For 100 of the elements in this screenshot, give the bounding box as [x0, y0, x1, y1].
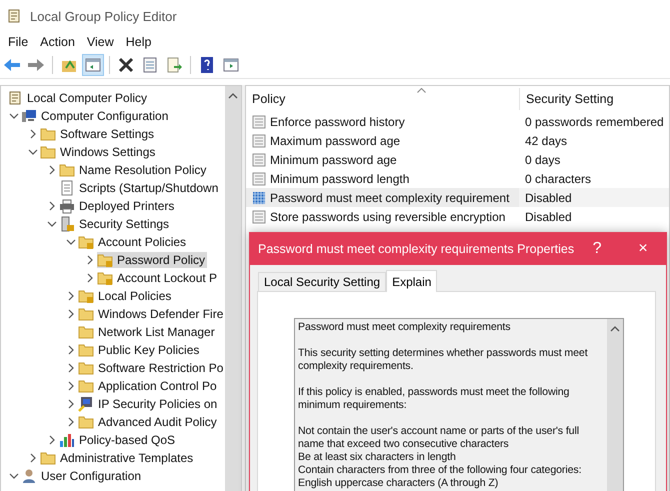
- table-cell-text: Disabled: [524, 208, 573, 226]
- vertical-scrollbar[interactable]: [224, 86, 241, 491]
- menu-item[interactable]: Action: [34, 35, 81, 49]
- table-cell: Enforce password history: [270, 114, 405, 128]
- table-cell: Disabled: [519, 188, 669, 207]
- folder-icon: [78, 342, 94, 358]
- tree-item[interactable]: Local Computer Policy: [27, 91, 148, 105]
- table-cell: Minimum password length: [270, 172, 410, 186]
- policy-icon: [252, 172, 266, 186]
- chevron-right-icon[interactable]: [85, 255, 95, 265]
- tree-item[interactable]: Software Settings: [60, 127, 154, 141]
- locked-folder-icon: [78, 288, 94, 304]
- tree-item[interactable]: Windows Defender Fire: [98, 307, 224, 321]
- close-button[interactable]: ×: [620, 233, 666, 265]
- script-icon: [59, 180, 75, 196]
- chevron-right-icon[interactable]: [66, 417, 76, 427]
- tree-item[interactable]: User Configuration: [41, 469, 142, 483]
- folder-icon: [40, 450, 56, 466]
- chevron-right-icon[interactable]: [28, 129, 38, 139]
- chevron-right-icon[interactable]: [66, 345, 76, 355]
- console-tree-icon[interactable]: [82, 54, 104, 76]
- folder-icon: [78, 378, 94, 394]
- bar-chart-icon: [59, 432, 75, 448]
- explain-text: Contain characters from three of the following four categories:: [298, 464, 582, 477]
- tree-item[interactable]: Account Lockout P: [117, 271, 218, 285]
- dialog-title: Password must meet complexity requirements Properties: [257, 242, 574, 256]
- scroll-up-icon[interactable]: [610, 325, 620, 333]
- tree-item[interactable]: Scripts (Startup/Shutdown: [79, 181, 218, 195]
- scroll-up-icon[interactable]: [228, 92, 238, 100]
- table-cell: Maximum password age: [270, 134, 400, 148]
- menu-item[interactable]: View: [80, 35, 120, 49]
- chevron-right-icon[interactable]: [66, 291, 76, 301]
- computer-icon: [21, 108, 37, 124]
- checkered-policy-icon: [252, 190, 266, 204]
- policy-icon: [252, 152, 266, 166]
- tree-item[interactable]: Policy-based QoS: [79, 433, 176, 447]
- tree-item[interactable]: Name Resolution Policy: [79, 163, 206, 177]
- scroll-icon: [6, 8, 22, 24]
- folder-icon: [40, 126, 56, 142]
- table-cell: Store passwords using reversible encryption: [270, 210, 506, 224]
- tree-item[interactable]: Application Control Po: [98, 379, 217, 393]
- folder-icon: [40, 144, 56, 160]
- printer-icon: [59, 198, 75, 214]
- table-cell: Password must meet complexity requirement: [270, 190, 510, 204]
- chevron-right-icon[interactable]: [85, 273, 95, 283]
- locked-folder-icon: [97, 270, 113, 286]
- tree-item[interactable]: Local Policies: [98, 289, 172, 303]
- table-cell-text: 0 passwords remembered: [524, 114, 665, 130]
- chevron-down-icon[interactable]: [9, 471, 19, 481]
- chevron-down-icon[interactable]: [28, 147, 38, 157]
- column-header[interactable]: Security Setting: [519, 88, 669, 110]
- explain-text: Not contain the user's account name or parts of the user's full name that exceed two consecutive characters: [298, 425, 580, 451]
- chevron-right-icon[interactable]: [47, 435, 57, 445]
- monitor-key-icon: [78, 396, 94, 412]
- user-icon: [21, 468, 37, 484]
- tree-item[interactable]: Advanced Audit Policy: [98, 415, 217, 429]
- server-lock-icon: [59, 216, 75, 232]
- policy-icon: [252, 134, 266, 148]
- table-cell-text: 0 characters: [524, 170, 592, 188]
- menu-item[interactable]: Help: [120, 35, 158, 49]
- tree-item[interactable]: Public Key Policies: [98, 343, 200, 357]
- scroll-icon: [7, 90, 23, 106]
- folder-icon: [78, 324, 94, 340]
- chevron-right-icon[interactable]: [66, 363, 76, 373]
- tree-item[interactable]: Deployed Printers: [79, 199, 174, 213]
- policy-icon: [252, 210, 266, 224]
- tree-item[interactable]: Software Restriction Po: [98, 361, 224, 375]
- chevron-right-icon[interactable]: [66, 381, 76, 391]
- tab[interactable]: Explain: [386, 270, 438, 292]
- table-cell: Minimum password age: [270, 152, 397, 166]
- tree-item[interactable]: IP Security Policies on: [98, 397, 218, 411]
- menu-item[interactable]: File: [2, 35, 34, 49]
- folder-icon: [78, 360, 94, 376]
- chevron-right-icon[interactable]: [66, 399, 76, 409]
- explain-text: Password must meet complexity requirements: [298, 321, 512, 334]
- explain-text: Be at least six characters in length: [298, 451, 457, 464]
- locked-folder-icon: [97, 252, 113, 268]
- folder-icon: [59, 162, 75, 178]
- chevron-down-icon[interactable]: [47, 219, 57, 229]
- tree-item[interactable]: Computer Configuration: [41, 109, 168, 123]
- table-cell-text: 42 days: [524, 132, 568, 150]
- tab[interactable]: Local Security Setting: [258, 272, 386, 291]
- table-cell-text: 0 days: [524, 152, 562, 168]
- tree-item[interactable]: Windows Settings: [60, 145, 156, 159]
- help-button[interactable]: ?: [574, 233, 620, 265]
- chevron-down-icon[interactable]: [66, 237, 76, 247]
- explain-text: This security setting determines whether passwords must meet complexity requirements.: [298, 347, 589, 373]
- tree-item[interactable]: Account Policies: [98, 235, 186, 249]
- folder-icon: [78, 414, 94, 430]
- tree-item[interactable]: Administrative Templates: [60, 451, 194, 465]
- chevron-right-icon[interactable]: [47, 201, 57, 211]
- tree-item[interactable]: Security Settings: [79, 217, 170, 231]
- chevron-right-icon[interactable]: [66, 309, 76, 319]
- explain-text: English uppercase characters (A through Z): [298, 477, 500, 490]
- chevron-right-icon[interactable]: [28, 453, 38, 463]
- column-header[interactable]: Policy: [246, 92, 519, 106]
- tree-item[interactable]: Network List Manager: [98, 325, 215, 339]
- chevron-right-icon[interactable]: [47, 165, 57, 175]
- folder-icon: [78, 306, 94, 322]
- chevron-down-icon[interactable]: [9, 111, 19, 121]
